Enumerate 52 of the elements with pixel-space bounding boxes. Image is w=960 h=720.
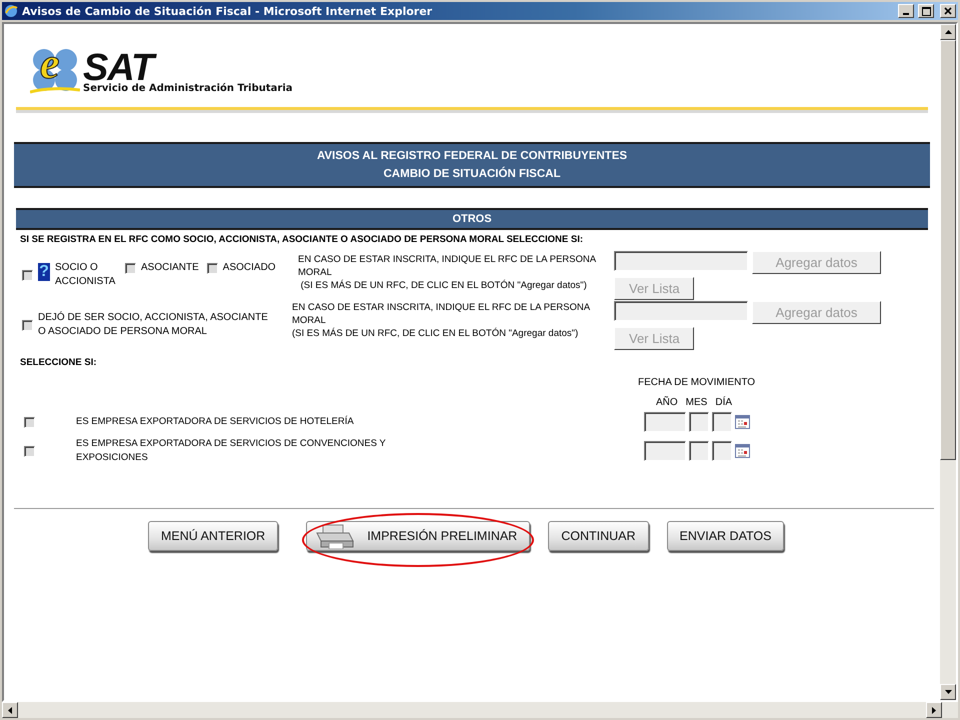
- action-button[interactable]: MENÚ ANTERIOR: [148, 521, 278, 551]
- date-column-label: DÍA: [715, 396, 732, 410]
- close-icon: [944, 7, 952, 15]
- scroll-up-button[interactable]: [940, 24, 956, 40]
- section-title: OTROS: [452, 213, 492, 225]
- date-column-label: AÑO: [656, 396, 678, 410]
- left-arrow-icon: [8, 706, 12, 714]
- option-label: ASOCIADO: [222, 261, 276, 275]
- header-title: AVISOS AL REGISTRO FEDERAL DE CONTRIBUYENTES: [316, 149, 628, 164]
- up-arrow-icon: [944, 30, 952, 34]
- day-field[interactable]: [712, 412, 732, 432]
- option-label: ES EMPRESA EXPORTADORA DE SERVICIOS DE HOTELERÍA: [76, 415, 355, 429]
- option-label: SOCIO O ACCIONISTA: [55, 261, 116, 289]
- maximize-button[interactable]: [918, 4, 934, 18]
- instruction-text: SI SE REGISTRA EN EL RFC COMO SOCIO, ACCIONISTA, ASOCIANTE O ASOCIADO DE PERSONA MORAL SELECCIONE SI:: [20, 234, 584, 245]
- action-button[interactable]: ENVIAR DATOS: [666, 521, 784, 551]
- maximize-icon: [922, 6, 930, 16]
- month-field[interactable]: [689, 441, 709, 461]
- action-button[interactable]: IMPRESIÓN PRELIMINAR: [306, 521, 530, 551]
- right-arrow-icon: [932, 706, 936, 714]
- scrollbar-thumb[interactable]: [940, 40, 956, 460]
- year-field[interactable]: [644, 441, 686, 461]
- date-header: FECHA DE MOVIMIENTO: [638, 376, 756, 390]
- section-label: SELECCIONE SI:: [20, 357, 98, 368]
- option-label: ASOCIANTE: [141, 261, 199, 275]
- year-field[interactable]: [644, 412, 686, 432]
- logo-subtitle: Servicio de Administración Tributaria: [83, 83, 293, 94]
- rfc-input[interactable]: [614, 301, 748, 321]
- logo-emblem-icon: [30, 46, 80, 94]
- date-column-label: MES: [686, 396, 708, 410]
- rfc-note: EN CASO DE ESTAR INSCRITA, INDIQUE EL RFC DE LA PERSONA MORAL (SI ES MÁS DE UN RFC, DE CLIC EN EL BOTÓN "Agregar datos"): [298, 253, 598, 292]
- scroll-left-button[interactable]: [2, 702, 18, 718]
- window-title: Avisos de Cambio de Situación Fiscal - Microsoft Internet Explorer: [22, 4, 434, 18]
- month-field[interactable]: [689, 412, 709, 432]
- down-arrow-icon: [944, 690, 952, 694]
- calendar-icon[interactable]: [735, 444, 750, 458]
- header-title: CAMBIO DE SITUACIÓN FISCAL: [384, 166, 560, 182]
- day-field[interactable]: [712, 441, 732, 461]
- rfc-input[interactable]: [614, 251, 748, 271]
- rfc-note: EN CASO DE ESTAR INSCRITA, INDIQUE EL RFC DE LA PERSONA MORAL (SI ES MÁS DE UN RFC, DE CLIC EN EL BOTÓN "Agregar datos"): [292, 301, 592, 340]
- option-label: ES EMPRESA EXPORTADORA DE SERVICIOS DE CONVENCIONES Y EXPOSICIONES: [76, 437, 387, 465]
- option-label: DEJÓ DE SER SOCIO, ACCIONISTA, ASOCIANTE O ASOCIADO DE PERSONA MORAL: [38, 311, 269, 339]
- logo-wordmark: SAT: [83, 53, 293, 83]
- scroll-right-button[interactable]: [926, 702, 942, 718]
- calendar-icon[interactable]: [735, 415, 750, 429]
- logo-letter: e: [40, 42, 60, 86]
- minimize-button[interactable]: [898, 4, 914, 18]
- action-button[interactable]: CONTINUAR: [548, 521, 649, 551]
- scroll-down-button[interactable]: [940, 684, 956, 700]
- browser-icon: [4, 4, 18, 18]
- printer-icon: [315, 523, 356, 549]
- close-button[interactable]: [940, 4, 956, 18]
